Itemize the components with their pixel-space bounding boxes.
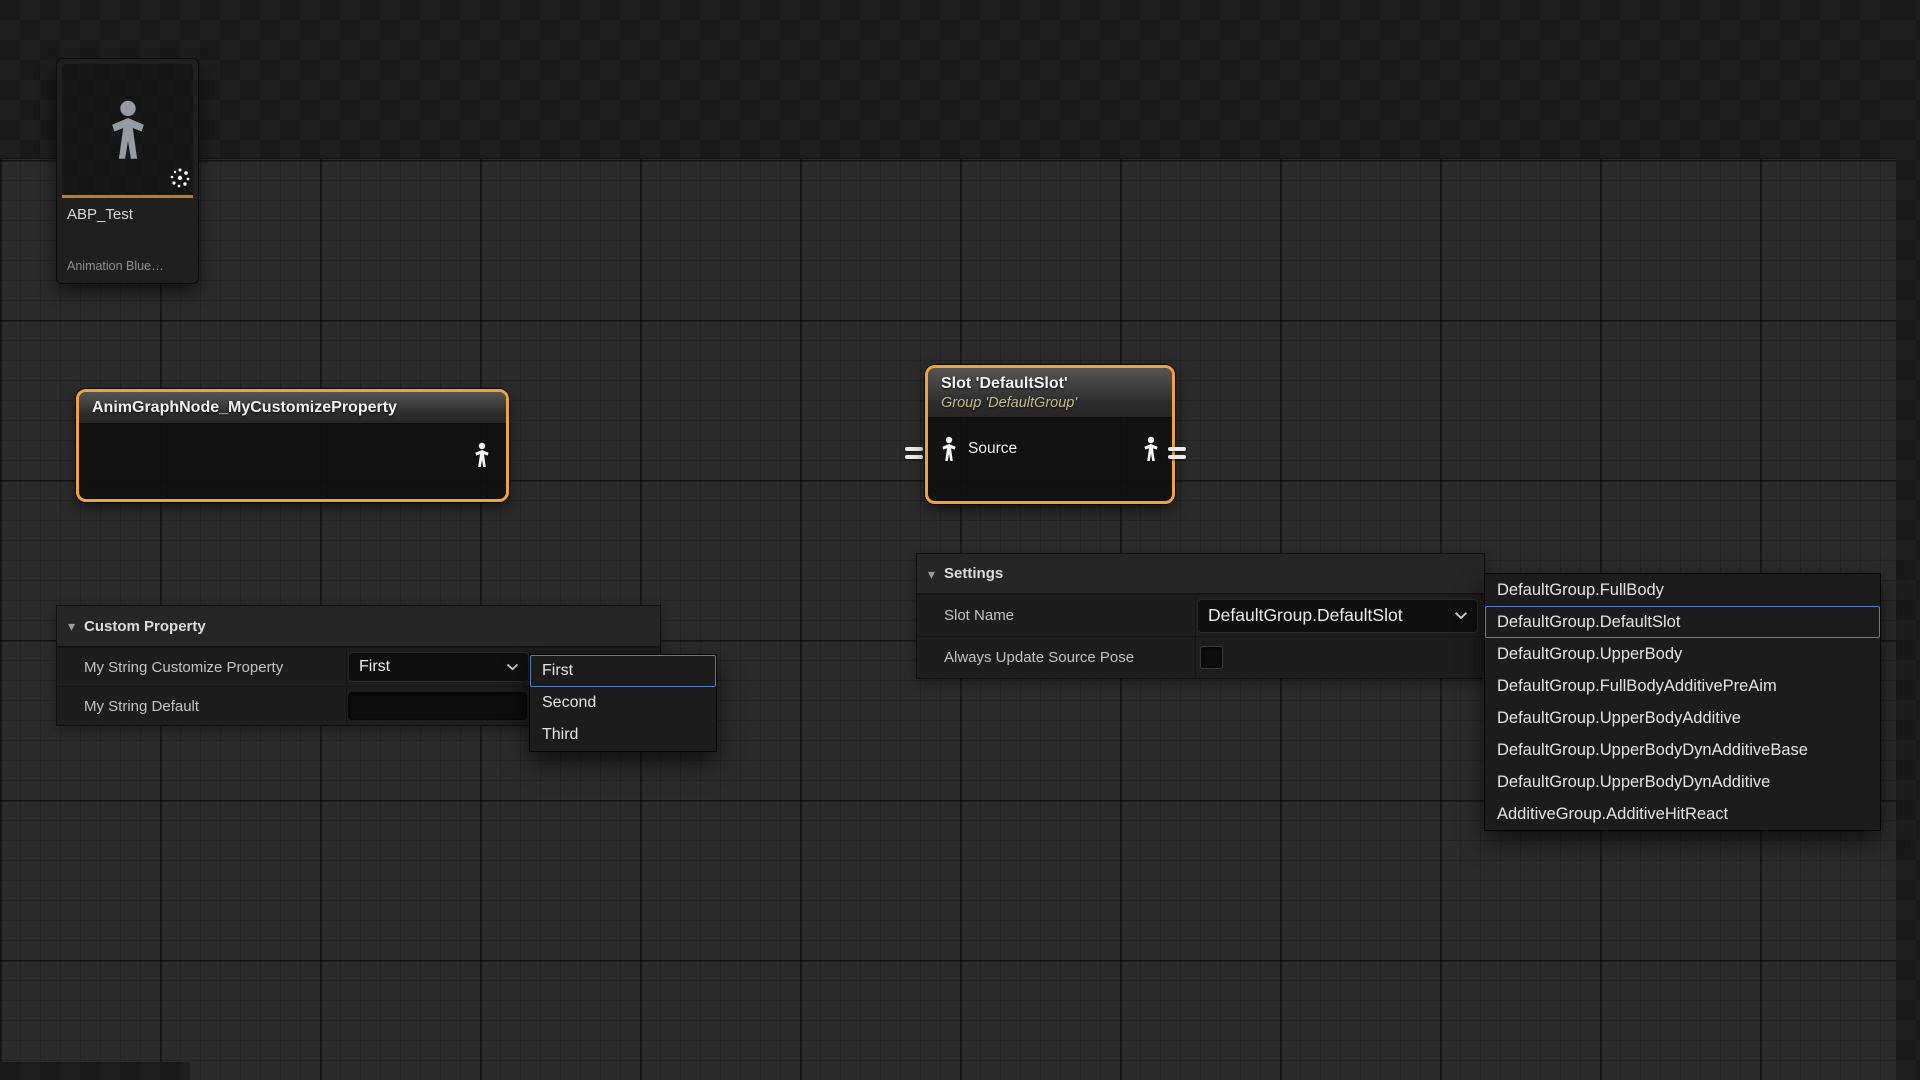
slot-name-dropdown-list: DefaultGroup.FullBody DefaultGroup.Defau… (1484, 573, 1881, 831)
pose-output-pin-icon[interactable] (472, 442, 492, 468)
property-label: My String Customize Property (57, 648, 346, 686)
my-string-customize-combo[interactable]: First (348, 652, 529, 682)
property-label: Slot Name (917, 595, 1195, 636)
dropdown-item-third[interactable]: Third (530, 719, 716, 751)
dropdown-item-first[interactable]: First (530, 655, 716, 687)
slot-name-combo[interactable]: DefaultGroup.DefaultSlot (1197, 599, 1478, 633)
my-string-default-input[interactable] (348, 692, 527, 720)
dropdown-item[interactable]: DefaultGroup.UpperBodyAdditive (1485, 702, 1880, 734)
combo-value: First (349, 658, 390, 676)
property-label: Always Update Source Pose (917, 637, 1195, 678)
property-value-cell (1195, 637, 1484, 678)
wire-bar (1168, 455, 1186, 459)
node-slot-defaultslot[interactable]: Slot 'DefaultSlot' Group 'DefaultGroup' … (925, 365, 1175, 504)
dropdown-item[interactable]: DefaultGroup.FullBodyAdditivePreAim (1485, 670, 1880, 702)
pose-wire-stub-left[interactable] (905, 447, 923, 459)
chevron-down-icon (506, 663, 519, 671)
dropdown-item[interactable]: DefaultGroup.UpperBody (1485, 638, 1880, 670)
dropdown-item[interactable]: DefaultGroup.FullBody (1485, 574, 1880, 606)
enum-dropdown-list: First Second Third (529, 654, 717, 752)
graph-outer-area-top (0, 0, 1920, 159)
category-title: Settings (944, 565, 1003, 582)
category-title: Custom Property (84, 618, 206, 635)
always-update-source-pose-checkbox[interactable] (1200, 646, 1223, 669)
source-pin-label: Source (968, 440, 1017, 458)
wire-bar (1168, 447, 1186, 451)
pose-output-pin-icon[interactable] (1141, 436, 1161, 462)
dropdown-item[interactable]: AdditiveGroup.AdditiveHitReact (1485, 798, 1880, 830)
node-header[interactable]: Slot 'DefaultSlot' Group 'DefaultGroup' (928, 368, 1172, 418)
animgraph-editor-canvas[interactable]: ABP_Test Animation Blue… AnimGraphNode_M… (0, 0, 1920, 1080)
pose-input-pin-icon[interactable] (939, 436, 959, 462)
property-value-cell: DefaultGroup.DefaultSlot (1195, 595, 1484, 636)
graph-outer-area-right (1896, 0, 1920, 1080)
node-subtitle: Group 'DefaultGroup' (941, 395, 1159, 411)
dropdown-item-selected[interactable]: DefaultGroup.DefaultSlot (1485, 606, 1880, 638)
pose-wire-stub-right[interactable] (1168, 447, 1186, 459)
asset-type-label: Animation Blue… (57, 259, 198, 283)
node-header[interactable]: AnimGraphNode_MyCustomizeProperty (79, 392, 506, 424)
property-row-always-update-source-pose: Always Update Source Pose (917, 636, 1484, 678)
settings-panel: ▾ Settings Slot Name DefaultGroup.Defaul… (916, 553, 1485, 679)
node-body (79, 424, 506, 486)
collapse-arrow-icon[interactable]: ▾ (928, 567, 935, 581)
combo-value: DefaultGroup.DefaultSlot (1198, 605, 1403, 626)
asset-thumbnail (62, 64, 193, 195)
asset-name: ABP_Test (57, 198, 198, 223)
dropdown-item-second[interactable]: Second (530, 687, 716, 719)
category-header-custom-property[interactable]: ▾ Custom Property (57, 606, 660, 647)
category-header-settings[interactable]: ▾ Settings (917, 554, 1484, 594)
mannequin-figure (104, 74, 152, 186)
property-label: My String Default (57, 687, 346, 725)
node-animgraph-customize-property[interactable]: AnimGraphNode_MyCustomizeProperty (76, 389, 509, 502)
collapse-arrow-icon[interactable]: ▾ (68, 619, 75, 633)
graph-outer-area-bottom-left (0, 1062, 190, 1080)
dropdown-item[interactable]: DefaultGroup.UpperBodyDynAdditiveBase (1485, 734, 1880, 766)
node-title: Slot 'DefaultSlot' (941, 375, 1159, 393)
chevron-down-icon (1454, 611, 1468, 620)
wire-bar (905, 455, 923, 459)
asset-card-abp-test[interactable]: ABP_Test Animation Blue… (56, 58, 199, 284)
property-row-slot-name: Slot Name DefaultGroup.DefaultSlot (917, 594, 1484, 636)
dropdown-item[interactable]: DefaultGroup.UpperBodyDynAdditive (1485, 766, 1880, 798)
node-body: Source (928, 418, 1172, 480)
node-title: AnimGraphNode_MyCustomizeProperty (92, 399, 493, 417)
sparkle-icon (169, 167, 191, 194)
wire-bar (905, 447, 923, 451)
